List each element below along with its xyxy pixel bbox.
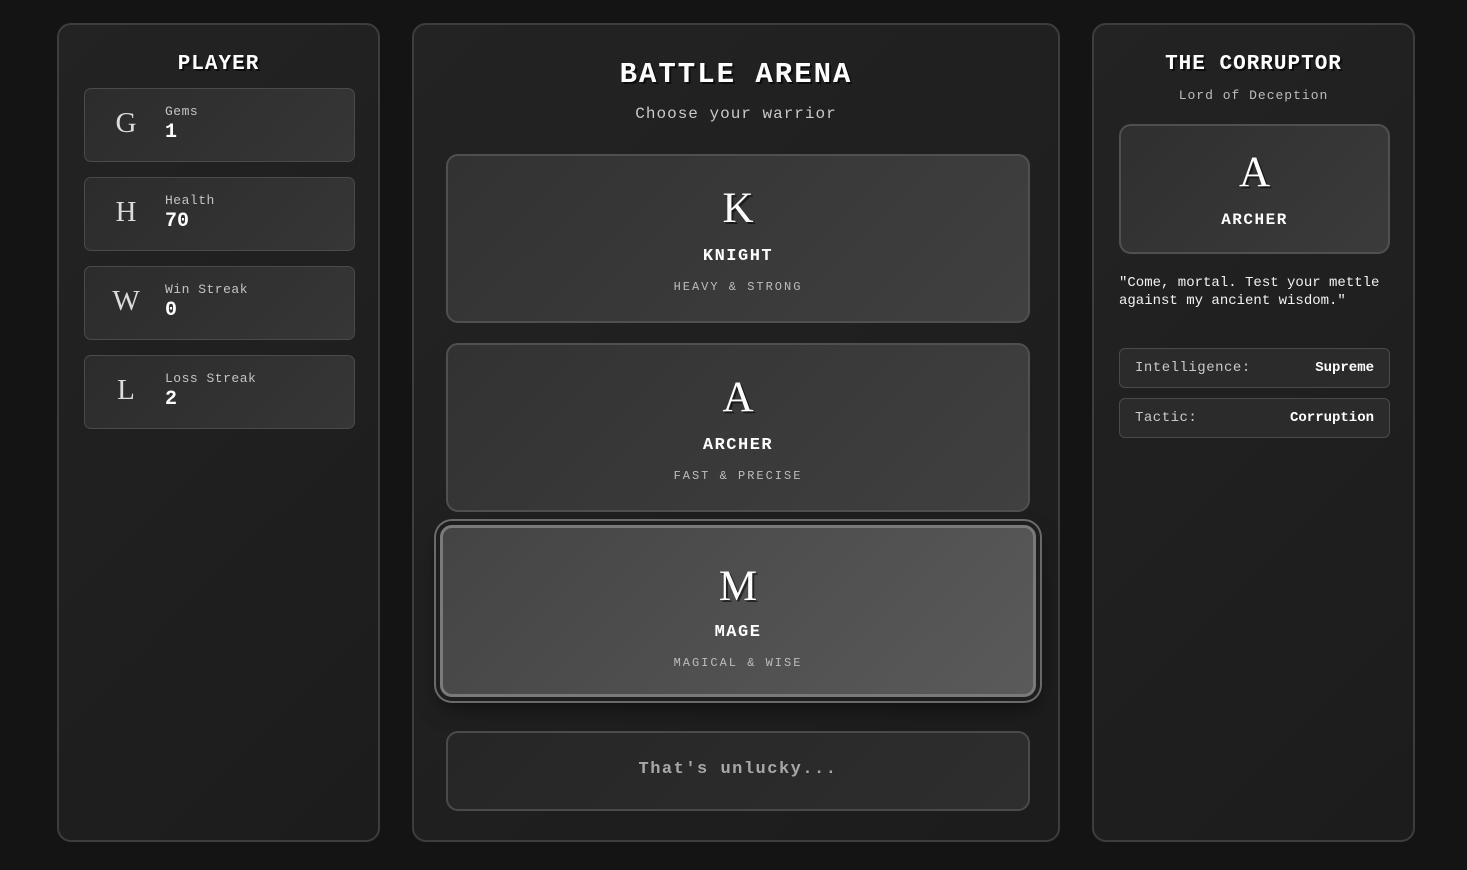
stat-value: 1 [165,121,178,144]
player-title: PLAYER [177,53,260,76]
win-streak-icon: W [112,285,140,317]
warrior-description: HEAVY & STRONG [673,280,803,294]
gems-icon: G [115,107,137,139]
trait-label: Tactic: [1135,410,1198,426]
archer-icon: A [1238,149,1271,196]
trait-value: Corruption [1289,410,1374,426]
stat-card-health: H Health 70 [84,177,355,251]
warrior-card-knight[interactable]: K KNIGHT HEAVY & STRONG [446,154,1030,323]
stat-card-win-streak: W Win Streak 0 [84,266,355,340]
stat-card-loss-streak: L Loss Streak 2 [84,355,355,429]
stat-value: 2 [165,388,178,411]
warrior-name: ARCHER [702,436,774,455]
warrior-description: MAGICAL & WISE [673,656,803,670]
battle-result-text: That's unlucky... [638,760,838,779]
warrior-name: KNIGHT [702,247,774,266]
trait-intelligence: Intelligence: Supreme [1119,348,1390,388]
trait-value: Supreme [1315,360,1374,376]
loss-streak-icon: L [117,374,135,406]
stat-label: Win Streak [165,282,249,297]
archer-icon: A [722,374,754,421]
battle-arena-panel: BATTLE ARENA Choose your warrior K KNIGH… [412,23,1060,842]
mage-icon: M [718,563,758,610]
warrior-name: MAGE [714,623,762,642]
enemy-warrior-card: A ARCHER [1119,124,1390,254]
stat-value: 0 [165,299,178,322]
page-title: BATTLE ARENA [619,58,853,91]
warrior-card-mage[interactable]: M MAGE MAGICAL & WISE [440,525,1036,697]
stat-card-gems: G Gems 1 [84,88,355,162]
trait-label: Intelligence: [1135,360,1251,376]
arena-subtitle: Choose your warrior [635,105,837,123]
warrior-description: FAST & PRECISE [673,469,803,483]
stat-value: 70 [165,210,190,233]
enemy-panel: THE CORRUPTOR Lord of Deception A ARCHER… [1092,23,1415,842]
player-panel: PLAYER G Gems 1 H Health 70 W Win Streak… [57,23,380,842]
warrior-card-archer[interactable]: A ARCHER FAST & PRECISE [446,343,1030,512]
enemy-quote: "Come, mortal. Test your mettle against … [1119,275,1380,309]
health-icon: H [115,196,137,228]
knight-icon: K [722,185,754,232]
stat-label: Gems [165,104,199,119]
enemy-subtitle: Lord of Deception [1178,88,1329,103]
trait-tactic: Tactic: Corruption [1119,398,1390,438]
enemy-title: THE CORRUPTOR [1165,53,1342,76]
battle-result-box: That's unlucky... [446,731,1030,811]
enemy-warrior-name: ARCHER [1221,211,1288,229]
stat-label: Loss Streak [165,371,257,386]
stat-label: Health [165,193,215,208]
